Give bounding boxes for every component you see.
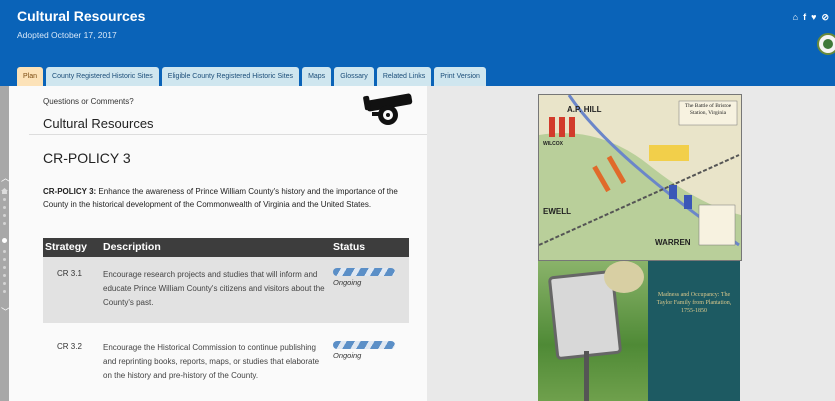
link-icon[interactable]: ⊘ [821, 12, 829, 22]
nav-dot[interactable] [3, 250, 6, 253]
strategy-id: CR 3.1 [57, 269, 82, 278]
nav-dot[interactable] [3, 282, 6, 285]
tab-related-links[interactable]: Related Links [376, 67, 432, 86]
table-row: CR 3.1 Encourage research projects and s… [43, 257, 409, 323]
map-label-wilcox: WILCOX [543, 141, 563, 147]
strategy-table: Strategy Description Status CR 3.1 Encou… [43, 238, 409, 401]
facebook-icon[interactable]: f [803, 12, 806, 22]
map-label-warren: WARREN [655, 238, 691, 247]
book-title: Madness and Occupancy: The Taylor Family… [656, 292, 732, 314]
map-label-ewell: EWELL [543, 207, 571, 216]
tab-county-registered-historic-sites[interactable]: County Registered Historic Sites [46, 67, 159, 86]
nav-dot[interactable] [3, 206, 6, 209]
nav-dot[interactable] [3, 274, 6, 277]
status-cell: Ongoing [333, 268, 395, 287]
nav-dot[interactable] [3, 198, 6, 201]
adopted-date: Adopted October 17, 2017 [17, 30, 117, 40]
table-row: CR 3.2 Encourage the Historical Commissi… [43, 330, 409, 401]
status-label: Ongoing [333, 351, 362, 360]
policy-statement: CR-POLICY 3: Enhance the awareness of Pr… [43, 185, 423, 211]
twitter-icon[interactable]: ♥ [811, 12, 816, 22]
column-header-description: Description [103, 241, 161, 253]
tab-print-version[interactable]: Print Version [434, 67, 486, 86]
tab-glossary[interactable]: Glossary [334, 67, 374, 86]
page-navigator: ︿ ﹀ [0, 86, 10, 401]
home-icon[interactable]: ⌂ [793, 12, 798, 22]
policy-label: CR-POLICY 3: [43, 187, 97, 196]
policy-text: Enhance the awareness of Prince William … [43, 187, 398, 209]
status-cell: Ongoing [333, 341, 395, 360]
cannon-icon [363, 93, 413, 125]
table-header: Strategy Description Status [43, 238, 409, 257]
nav-dot-active[interactable] [2, 238, 7, 243]
header-actions: ⌂ f ♥ ⊘ [793, 12, 829, 22]
divider [29, 134, 427, 135]
nav-dot[interactable] [3, 290, 6, 293]
strategy-id: CR 3.2 [57, 342, 82, 351]
main-content: Questions or Comments? Cultural Resource… [9, 86, 427, 401]
app-header: Cultural Resources Adopted October 17, 2… [0, 0, 835, 86]
nav-dot[interactable] [3, 258, 6, 261]
tab-plan[interactable]: Plan [17, 67, 44, 86]
map-title: The Battle of Bristoe Station, Virginia [684, 103, 732, 116]
nav-dot[interactable] [3, 266, 6, 269]
nav-dot[interactable] [3, 222, 6, 225]
status-progress-bar [333, 341, 395, 349]
tab-maps[interactable]: Maps [302, 67, 332, 86]
column-header-status: Status [333, 241, 366, 253]
strategy-description: Encourage the Historical Commission to c… [103, 343, 320, 380]
nav-dot[interactable] [3, 214, 6, 217]
historical-marker-photo[interactable] [538, 261, 648, 401]
tab-bar: Plan County Registered Historic Sites El… [17, 67, 486, 86]
status-label: Ongoing [333, 278, 362, 287]
tab-eligible-county-registered-historic-sites[interactable]: Eligible County Registered Historic Site… [161, 67, 300, 86]
battle-map-image[interactable]: The Battle of Bristoe Station, Virginia … [538, 94, 742, 261]
policy-heading: CR-POLICY 3 [43, 150, 131, 166]
page-title: Cultural Resources [17, 8, 146, 24]
map-label-hill: A.P. HILL [567, 105, 602, 114]
questions-link[interactable]: Questions or Comments? [43, 97, 134, 106]
strategy-description: Encourage research projects and studies … [103, 270, 325, 307]
home-icon[interactable] [1, 188, 8, 194]
book-cover-image[interactable]: Madness and Occupancy: The Taylor Family… [648, 261, 740, 401]
section-title: Cultural Resources [43, 116, 154, 131]
status-progress-bar [333, 268, 395, 276]
column-header-strategy: Strategy [45, 241, 88, 253]
county-seal-logo [817, 33, 835, 55]
